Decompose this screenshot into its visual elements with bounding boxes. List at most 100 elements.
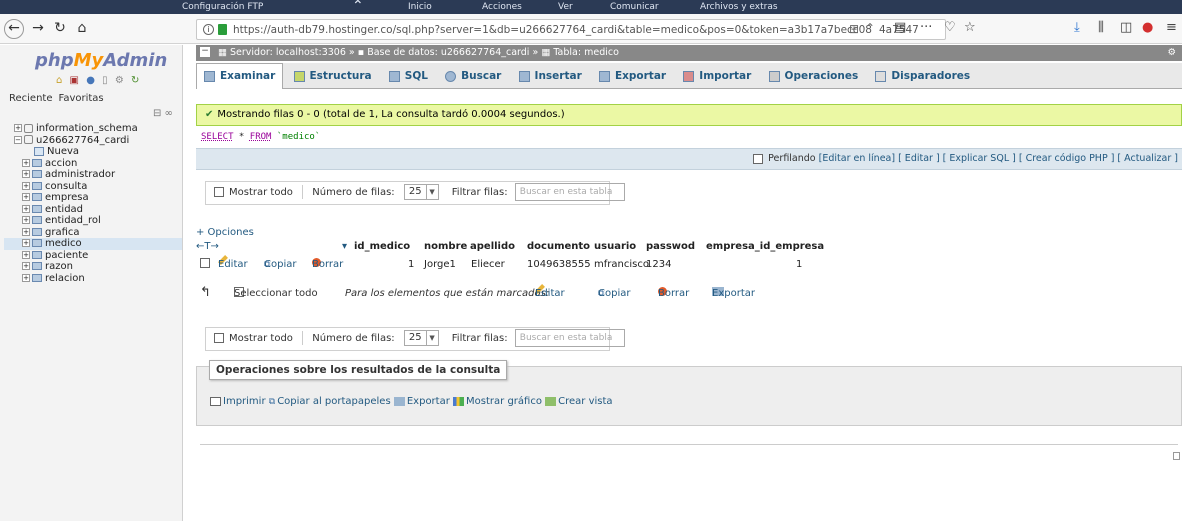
rows-select[interactable]: 25 (403, 184, 427, 200)
tab-recent[interactable]: Reciente (6, 92, 56, 105)
settings-icon[interactable]: ⚙ (115, 75, 126, 86)
expand-icon[interactable]: + (22, 250, 30, 259)
tree-item-administrador[interactable]: + administrador (4, 169, 182, 181)
col-apellido[interactable]: apellido (470, 240, 515, 254)
url-text[interactable]: https://auth-db79.hostinger.co/sql.php?s… (233, 20, 873, 40)
tab-insertar[interactable]: Insertar (512, 64, 589, 89)
sql-query[interactable]: SELECT * FROM `medico` (196, 127, 1182, 148)
tree-item-empresa[interactable]: + empresa (4, 192, 182, 204)
reload-icon[interactable]: ↻ (131, 75, 141, 86)
url-bar[interactable]: i https://auth-db79.hostinger.co/sql.php… (196, 19, 946, 40)
tree-item-information_schema[interactable]: + information_schema (4, 123, 182, 135)
show-all-checkbox[interactable] (214, 187, 224, 197)
col-usuario[interactable]: usuario (594, 240, 636, 254)
breadcrumb-db[interactable]: Base de datos: u266627764_cardi (367, 47, 529, 58)
collapse-arrow-icon[interactable]: ⌃ (865, 21, 875, 35)
tree-item-nueva[interactable]: Nueva (4, 146, 182, 158)
expand-icon[interactable]: + (22, 227, 30, 236)
sql-action-links[interactable]: [Editar en línea] [ Editar ] [ Explicar … (819, 153, 1178, 164)
show-all-checkbox[interactable] (214, 333, 224, 343)
chevron-down-icon[interactable]: ▼ (426, 184, 439, 200)
settings-gear-icon[interactable]: ⚙ (1167, 45, 1176, 61)
tab-config-ftp[interactable]: Configuración FTP (182, 0, 263, 14)
tab-disparadores[interactable]: Disparadores (868, 64, 977, 89)
menu-icon[interactable]: ≡ (1166, 20, 1177, 35)
sql-keyword-select[interactable]: SELECT (201, 132, 234, 142)
exit-icon[interactable]: ▣ (70, 75, 81, 86)
docs-icon[interactable]: ▯ (102, 75, 110, 86)
column-sort-arrows[interactable]: ←T→ (196, 240, 219, 254)
tree-item-entidad_rol[interactable]: + entidad_rol (4, 215, 182, 227)
print-link[interactable]: Imprimir (210, 396, 266, 407)
tab-importar[interactable]: Importar (676, 64, 758, 89)
forward-arrow-icon[interactable]: → (28, 19, 48, 39)
copy-clipboard-link[interactable]: ⧉ Copiar al portapapeles (269, 396, 391, 407)
collapse-all-icon[interactable]: ⊟ ∞ (153, 108, 173, 119)
chart-link[interactable]: Mostrar gráfico (453, 396, 542, 407)
sidebar-quick-icons[interactable]: ⌂ ▣ ● ▯ ⚙ ↻ (56, 75, 141, 86)
tree-item-razon[interactable]: + razon (4, 261, 182, 273)
expand-icon[interactable]: + (22, 216, 30, 224)
ext-comunicar[interactable]: Comunicar (610, 0, 659, 14)
expand-icon[interactable]: + (22, 170, 30, 178)
tab-exportar[interactable]: Exportar (592, 64, 673, 89)
expand-icon[interactable]: + (22, 239, 30, 247)
help-icon[interactable]: ● (86, 75, 97, 86)
tab-buscar[interactable]: Buscar (438, 64, 508, 89)
tree-item-entidad[interactable]: + entidad (4, 204, 182, 216)
tree-item-accion[interactable]: + accion (4, 158, 182, 170)
pocket-icon[interactable]: ♡ (944, 20, 956, 35)
collapse-nav-icon[interactable]: − (200, 47, 210, 57)
ext-ver[interactable]: Ver (558, 0, 573, 14)
chevron-down-icon[interactable]: ▼ (426, 330, 439, 346)
expand-icon[interactable]: + (22, 158, 30, 167)
expand-icon[interactable]: + (22, 181, 30, 190)
sidebar-toggle-icon[interactable]: ◫ (1120, 20, 1132, 35)
tab-examinar[interactable]: Examinar (196, 63, 284, 89)
sort-desc-icon[interactable]: ▾ (342, 240, 347, 254)
tree-item-grafica[interactable]: + grafica (4, 227, 182, 239)
filter-input[interactable]: Buscar en esta tabla (514, 329, 625, 347)
tree-item-u266627764_cardi[interactable]: − u266627764_cardi (4, 135, 182, 147)
more-dots-icon[interactable]: ··· (920, 20, 932, 35)
ext-acciones[interactable]: Acciones (482, 0, 522, 14)
reader-grid-icon[interactable]: ⊞ (849, 22, 859, 36)
col-documento[interactable]: documento (527, 240, 590, 254)
profiling-checkbox[interactable] (753, 153, 764, 164)
tree-item-relacion[interactable]: + relacion (4, 273, 182, 285)
checkbox-box[interactable] (200, 258, 210, 268)
tab-operaciones[interactable]: Operaciones (762, 64, 866, 89)
expand-icon[interactable]: + (22, 273, 30, 282)
library-icon[interactable]: ⫼ (1098, 20, 1104, 35)
home-icon[interactable]: ⌂ (56, 75, 64, 86)
ext-inicio[interactable]: Inicio (408, 0, 432, 14)
info-icon[interactable]: i (203, 24, 214, 35)
download-icon[interactable]: ⤓ (1074, 20, 1080, 35)
expand-icon[interactable]: + (22, 204, 30, 213)
export-link[interactable]: Exportar (393, 396, 450, 407)
home-icon[interactable]: ⌂ (72, 19, 92, 39)
sql-keyword-from[interactable]: FROM (250, 132, 272, 142)
tab-favorites[interactable]: Favoritas (56, 92, 107, 105)
tree-item-paciente[interactable]: + paciente (4, 250, 182, 262)
col-passwod[interactable]: passwod (646, 240, 695, 254)
minimize-icon[interactable]: ⌃ (352, 0, 364, 14)
col-empresa_id_empresa[interactable]: empresa_id_empresa (706, 240, 824, 254)
col-id_medico[interactable]: id_medico (354, 240, 410, 254)
console-toggle-icon[interactable] (1173, 452, 1180, 460)
expand-icon[interactable]: + (14, 124, 22, 132)
create-view-link[interactable]: Crear vista (545, 396, 613, 407)
tab-estructura[interactable]: Estructura (287, 64, 379, 89)
breadcrumb-table[interactable]: Tabla: medico (553, 47, 619, 58)
pma-logo[interactable]: phpMyAdmin (35, 50, 167, 71)
tree-item-consulta[interactable]: + consulta (4, 181, 182, 193)
tree-item-medico[interactable]: + medico (4, 238, 182, 250)
reader-view-icon[interactable]: ▤ (894, 20, 906, 35)
expand-icon[interactable]: + (22, 193, 30, 201)
rows-select[interactable]: 25 (403, 330, 427, 346)
filter-input[interactable]: Buscar en esta tabla (514, 183, 625, 201)
options-link[interactable]: + Opciones (196, 227, 254, 238)
tab-sql[interactable]: SQL (382, 64, 435, 89)
ext-archivos[interactable]: Archivos y extras (700, 0, 778, 14)
expand-icon[interactable]: + (22, 262, 30, 270)
